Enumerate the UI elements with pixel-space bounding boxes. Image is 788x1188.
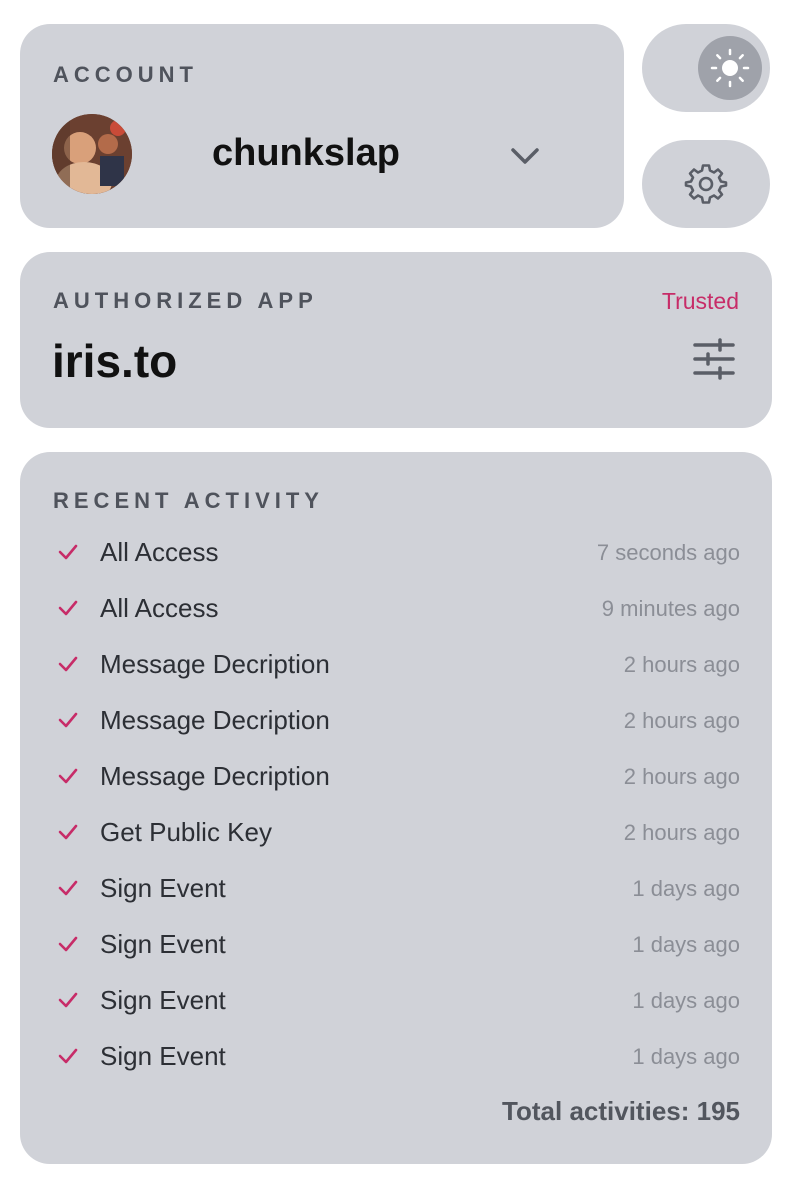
activity-time: 2 hours ago [623,764,740,789]
account-username: chunkslap [212,132,400,174]
activity-name: Message Decription [100,649,330,679]
activity-time: 2 hours ago [623,820,740,845]
app-name: iris.to [52,335,178,387]
activity-time: 1 days ago [632,988,740,1013]
check-icon [58,936,78,952]
activity-name: Message Decription [100,705,330,735]
activity-time: 1 days ago [632,932,740,957]
activity-row: Message Decription 2 hours ago [20,636,772,692]
check-icon [58,992,78,1008]
toggle-knob [698,36,762,100]
total-activities: Total activities: 195 [502,1096,740,1126]
recent-activity-card: RECENT ACTIVITY All Access 7 seconds ago A… [20,452,772,1164]
check-icon [58,712,78,728]
check-icon [58,768,78,784]
activity-name: Get Public Key [100,817,272,847]
activity-name: Sign Event [100,985,226,1015]
authorized-app-card: AUTHORIZED APP Trusted iris.to [20,252,772,428]
activity-row: All Access 9 minutes ago [20,580,772,636]
activity-row: Get Public Key 2 hours ago [20,804,772,860]
activity-time: 7 seconds ago [596,540,740,565]
activity-time: 2 hours ago [623,652,740,677]
activity-time: 1 days ago [632,876,740,901]
activity-row: Sign Event 1 days ago [20,860,772,916]
authorized-app-label: AUTHORIZED APP [53,288,318,313]
account-label: ACCOUNT [53,62,198,87]
activity-name: Sign Event [100,1041,226,1071]
activity-row: Sign Event 1 days ago [20,1028,772,1084]
activity-list: All Access 7 seconds ago All Access 9 minut… [20,524,772,1084]
check-icon [58,656,78,672]
activity-name: Message Decription [100,761,330,791]
activity-name: All Access [100,537,219,567]
avatar[interactable] [52,114,132,194]
activity-row: Message Decription 2 hours ago [20,748,772,804]
check-icon [58,600,78,616]
account-card: ACCOUNT chunkslap [20,24,624,228]
recent-activity-label: RECENT ACTIVITY [53,488,324,513]
activity-time: 9 minutes ago [601,596,740,621]
activity-time: 2 hours ago [623,708,740,733]
activity-name: Sign Event [100,929,226,959]
activity-row: Sign Event 1 days ago [20,916,772,972]
chevron-down-icon[interactable] [508,144,542,168]
check-icon [58,824,78,840]
gear-icon [684,164,728,204]
activity-name: All Access [100,593,219,623]
activity-name: Sign Event [100,873,226,903]
sliders-icon[interactable] [692,338,736,380]
trust-status-badge: Trusted [661,288,739,314]
activity-row: All Access 7 seconds ago [20,524,772,580]
activity-time: 1 days ago [632,1044,740,1069]
activity-row: Message Decription 2 hours ago [20,692,772,748]
activity-row: Sign Event 1 days ago [20,972,772,1028]
settings-button[interactable] [642,140,770,228]
check-icon [58,544,78,560]
check-icon [58,1048,78,1064]
theme-toggle[interactable] [642,24,770,112]
check-icon [58,880,78,896]
sun-icon [710,48,750,88]
